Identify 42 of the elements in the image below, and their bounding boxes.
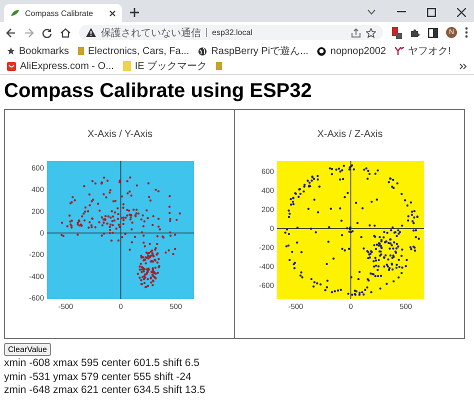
result-line: zmin -648 zmax 621 center 634.5 shift 13.5 bbox=[4, 384, 206, 398]
reload-icon[interactable] bbox=[42, 28, 52, 38]
chart-title: X-Axis / Y-Axis bbox=[87, 129, 153, 140]
bookmark-item[interactable]: Electronics, Cars, Fa... bbox=[78, 46, 190, 56]
result-line: xmin -608 xmax 595 center 601.5 shift 6.5 bbox=[4, 357, 201, 370]
home-icon[interactable] bbox=[60, 28, 71, 38]
puzzle-icon[interactable] bbox=[410, 28, 420, 38]
bookmark-item[interactable]: nopnop2002 bbox=[317, 46, 386, 56]
close-icon[interactable] bbox=[457, 8, 466, 16]
folder-icon bbox=[78, 47, 84, 55]
double-chevron-icon[interactable] bbox=[459, 62, 467, 70]
star-icon[interactable] bbox=[366, 28, 376, 38]
shop-icon bbox=[7, 62, 16, 70]
bookmark-item[interactable]: Bookmarks bbox=[7, 46, 70, 56]
side-panel-icon[interactable] bbox=[428, 28, 438, 38]
y-mark-icon bbox=[395, 47, 404, 55]
back-icon[interactable] bbox=[6, 28, 16, 38]
close-icon[interactable] bbox=[109, 10, 116, 16]
leaf-icon bbox=[10, 9, 20, 17]
bookmark-item[interactable]: ヤフオク! bbox=[395, 44, 451, 58]
page-heading: Compass Calibrate using ESP32 bbox=[4, 79, 313, 104]
star-icon bbox=[7, 47, 15, 55]
plus-icon[interactable] bbox=[130, 8, 139, 17]
url-text: esp32.local bbox=[212, 28, 252, 37]
chevron-down-icon[interactable] bbox=[367, 9, 376, 15]
extension-icon[interactable] bbox=[391, 26, 402, 38]
share-icon[interactable] bbox=[351, 28, 361, 38]
result-line: ymin -531 ymax 579 center 555 shift -24 bbox=[4, 370, 192, 384]
note-icon bbox=[122, 61, 131, 71]
bookmark-item[interactable]: RaspBerry Piで遊ん... bbox=[198, 44, 308, 58]
security-label: 保護されていない通信 bbox=[101, 26, 201, 40]
globe-icon bbox=[198, 46, 208, 56]
browser-tab[interactable]: Compass Calibrate bbox=[4, 4, 122, 22]
maximize-icon[interactable] bbox=[427, 8, 436, 16]
menu-icon[interactable] bbox=[465, 27, 468, 38]
bookmark-item[interactable]: AliExpress.com - O... bbox=[7, 60, 114, 72]
address-bar[interactable]: 保護されていない通信 esp32.local bbox=[79, 25, 383, 40]
minimize-icon[interactable] bbox=[397, 11, 406, 13]
chart-title: X-Axis / Z-Axis bbox=[317, 129, 383, 140]
clear-value-button[interactable]: ClearValue bbox=[4, 343, 51, 356]
warning-icon bbox=[86, 28, 96, 37]
bookmark-item[interactable]: IE ブックマーク bbox=[122, 59, 208, 73]
